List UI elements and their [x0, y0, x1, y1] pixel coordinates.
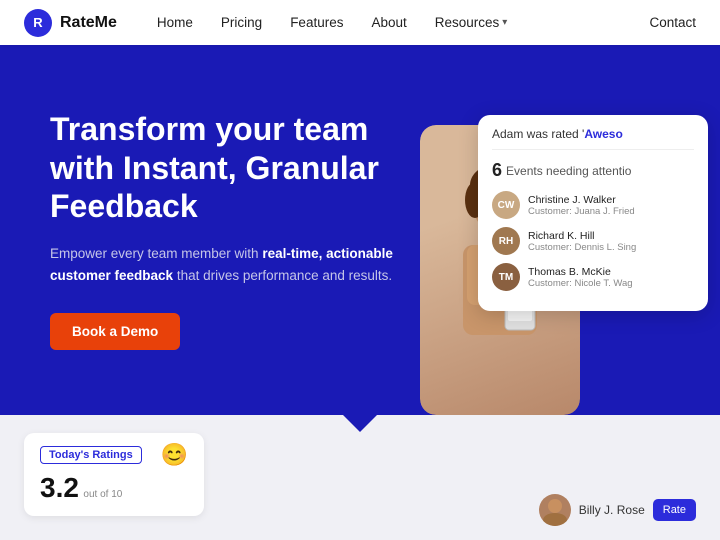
chevron-down-icon: ▾ — [502, 17, 507, 28]
hero-content: Transform your team with Instant, Granul… — [50, 110, 410, 349]
logo-icon: R — [24, 9, 52, 37]
rating-sub: out of 10 — [83, 489, 122, 500]
nav-pricing[interactable]: Pricing — [221, 15, 262, 30]
brand-name: RateMe — [60, 14, 117, 32]
ratings-card-title: Today's Ratings — [40, 446, 142, 464]
notif-avatar-1: CW — [492, 191, 520, 219]
notification-card: Adam was rated 'Aweso 6 Events needing a… — [478, 115, 708, 311]
nav-links: Home Pricing Features About Resources ▾ — [157, 15, 650, 30]
nav-resources[interactable]: Resources ▾ — [435, 15, 508, 30]
connector-triangle — [342, 414, 378, 432]
notif-name-3: Thomas B. McKie — [528, 266, 633, 278]
hero-section: Transform your team with Instant, Granul… — [0, 45, 720, 415]
logo-area[interactable]: R RateMe — [24, 9, 117, 37]
notif-avatar-2: RH — [492, 227, 520, 255]
hero-title: Transform your team with Instant, Granul… — [50, 110, 410, 225]
nav-contact[interactable]: Contact — [649, 15, 696, 30]
book-demo-button[interactable]: Book a Demo — [50, 313, 180, 350]
notif-sub-3: Customer: Nicole T. Wag — [528, 278, 633, 289]
bottom-user-avatar — [539, 494, 571, 526]
notif-name-1: Christine J. Walker — [528, 194, 635, 206]
notif-count-row: 6 Events needing attentio — [492, 160, 694, 181]
notif-sub-2: Customer: Dennis L. Sing — [528, 242, 636, 253]
navbar: R RateMe Home Pricing Features About Res… — [0, 0, 720, 45]
notif-item-3: TM Thomas B. McKie Customer: Nicole T. W… — [492, 263, 694, 291]
ratings-card: Today's Ratings 3.2 out of 10 😊 — [24, 433, 204, 516]
notif-highlight: Aweso — [584, 127, 622, 141]
notif-top-text: Adam was rated 'Aweso — [492, 127, 694, 150]
nav-about[interactable]: About — [371, 15, 406, 30]
notif-avatar-3: TM — [492, 263, 520, 291]
nav-home[interactable]: Home — [157, 15, 193, 30]
bottom-user-name: Billy J. Rose — [579, 503, 645, 517]
rating-number: 3.2 — [40, 472, 79, 503]
notif-sub-1: Customer: Juana J. Fried — [528, 206, 635, 217]
notif-item-2: RH Richard K. Hill Customer: Dennis L. S… — [492, 227, 694, 255]
hero-description: Empower every team member with real-time… — [50, 243, 410, 286]
rate-button[interactable]: Rate — [653, 499, 696, 521]
bottom-user-area: Billy J. Rose Rate — [539, 494, 696, 526]
avatar-svg — [539, 494, 571, 526]
nav-features[interactable]: Features — [290, 15, 343, 30]
notif-item-1: CW Christine J. Walker Customer: Juana J… — [492, 191, 694, 219]
events-count: 6 — [492, 160, 502, 181]
events-label: Events needing attentio — [506, 164, 631, 178]
notif-name-2: Richard K. Hill — [528, 230, 636, 242]
bottom-section: Today's Ratings 3.2 out of 10 😊 Billy J.… — [0, 415, 720, 540]
rating-emoji: 😊 — [161, 442, 188, 468]
